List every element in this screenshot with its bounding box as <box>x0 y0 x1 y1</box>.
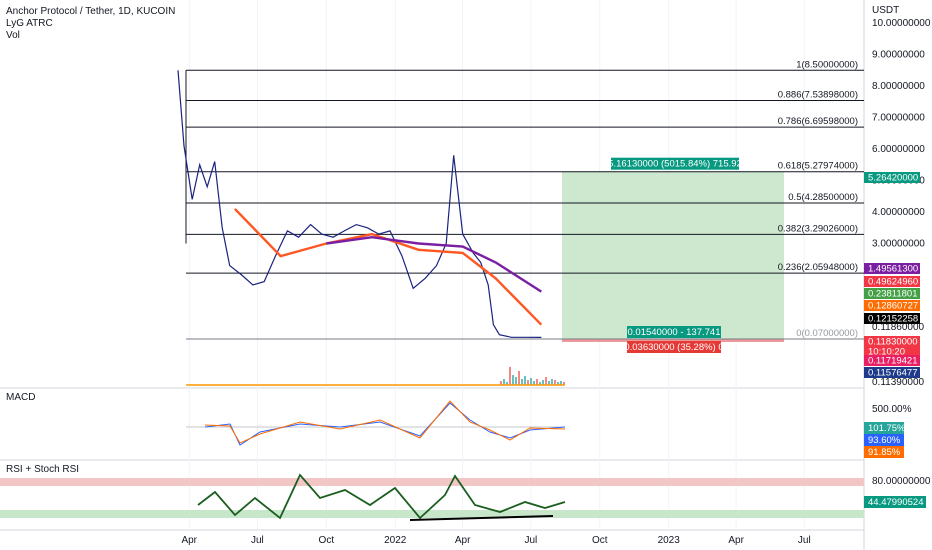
fib-level-label: 1(8.50000000) <box>796 59 858 70</box>
stop-label: 0.03630000 (35.28%) 0 <box>624 342 723 353</box>
time-tick-label: 2023 <box>658 535 681 546</box>
price-tick-label: 8.00000000 <box>872 81 925 92</box>
volume-bar <box>518 371 520 385</box>
macd-signal-line <box>204 400 566 444</box>
price-badge: 0.11719421 <box>868 356 918 367</box>
tradingview-chart[interactable]: 5.16130000 (5015.84%) 715.92 0.01540000 -… <box>0 0 932 550</box>
price-badge: 0.49624960 <box>868 277 918 288</box>
time-tick-label: Jul <box>798 535 811 546</box>
entry-label: 0.01540000 - 137.741 <box>628 327 721 338</box>
macd-line <box>204 402 566 446</box>
macd-title[interactable]: MACD <box>6 392 35 403</box>
time-tick-label: Oct <box>592 535 608 546</box>
time-tick-label: Jul <box>524 535 537 546</box>
fib-level-label: 0.5(4.28500000) <box>788 192 858 203</box>
time-tick-label: 2022 <box>384 535 407 546</box>
position-box[interactable]: 5.16130000 (5015.84%) 715.92 0.01540000 -… <box>562 157 784 353</box>
macd-badge: 101.75% <box>868 423 906 434</box>
axes-layer: Apr Jul Oct 2022 Apr Jul Oct 2023 Apr Jul USDT 10.0… <box>181 5 930 546</box>
price-badge: 0.12152258 <box>868 314 918 325</box>
indicator-atrc-label[interactable]: LyG ATRC <box>6 18 175 30</box>
price-tick-label: 3.00000000 <box>872 239 925 250</box>
fib-level-label: 0.618(5.27974000) <box>778 161 858 172</box>
price-series <box>177 70 543 338</box>
rsi-axis-label: 80.00000000 <box>872 476 931 487</box>
time-tick-label: Apr <box>181 535 197 546</box>
time-tick-label: Apr <box>728 535 744 546</box>
target-label: 5.16130000 (5015.84%) 715.92 <box>608 159 742 170</box>
moving-average-line <box>234 208 543 326</box>
fib-level-label: 0.886(7.53898000) <box>778 90 858 101</box>
price-badge: 0.23811801 <box>868 289 918 300</box>
rsi-title[interactable]: RSI + Stoch RSI <box>6 464 79 475</box>
volume-bar <box>521 379 523 385</box>
moving-average-line <box>326 235 542 293</box>
price-badges: 101.75%93.60%91.85% 44.47990524 5.26420000… <box>864 172 926 508</box>
rsi-overbought-band <box>0 478 864 486</box>
indicator-vol-label[interactable]: Vol <box>6 30 175 42</box>
rsi-pane: 80.00000000 <box>0 473 931 521</box>
volume-bar <box>536 379 538 385</box>
volume-bar <box>503 379 505 385</box>
fib-level-label: 0.236(2.05948000) <box>778 262 858 273</box>
fib-level-label: 0(0.07000000) <box>796 328 858 339</box>
price-badge: 0.11576477 <box>868 368 918 379</box>
macd-badge: 91.85% <box>868 447 901 458</box>
volume-bar <box>551 379 553 385</box>
price-axis-unit: USDT <box>872 5 899 16</box>
price-tick-label: 9.00000000 <box>872 50 925 61</box>
price-tick-label: 4.00000000 <box>872 207 925 218</box>
time-tick-label: Jul <box>251 535 264 546</box>
macd-axis-label: 500.00% <box>872 404 912 415</box>
target-profit-zone <box>562 171 784 339</box>
price-line <box>177 70 542 338</box>
price-badge: 1.49561300 <box>868 264 918 275</box>
symbol-title[interactable]: Anchor Protocol / Tether, 1D, KUCOIN <box>6 6 175 18</box>
fib-level-label: 0.786(6.69598000) <box>778 116 858 127</box>
price-tick-label: 0.11390000 <box>872 377 925 388</box>
price-tick-label: 7.00000000 <box>872 113 925 124</box>
time-tick-label: Apr <box>455 535 471 546</box>
price-badge: 0.12860727 <box>868 301 918 312</box>
volume-bars <box>186 367 565 386</box>
fib-level-label: 0.382(3.29026000) <box>778 223 858 234</box>
volume-bar <box>509 367 511 385</box>
rsi-badge: 44.47990524 <box>868 497 923 508</box>
price-tick-label: 6.00000000 <box>872 144 925 155</box>
price-tick-label: 10.00000000 <box>872 18 931 29</box>
volume-bar <box>524 376 526 385</box>
rsi-oversold-band <box>0 510 864 518</box>
macd-pane: 500.00% <box>186 400 912 446</box>
volume-bar <box>545 377 547 385</box>
volume-bar <box>530 378 532 385</box>
chart-legend: Anchor Protocol / Tether, 1D, KUCOIN LyG… <box>6 6 175 42</box>
volume-bar <box>512 375 514 385</box>
time-tick-label: Oct <box>319 535 335 546</box>
volume-bar <box>515 377 517 385</box>
price-badge: 5.26420000 <box>868 173 918 184</box>
macd-badge: 93.60% <box>868 435 901 446</box>
